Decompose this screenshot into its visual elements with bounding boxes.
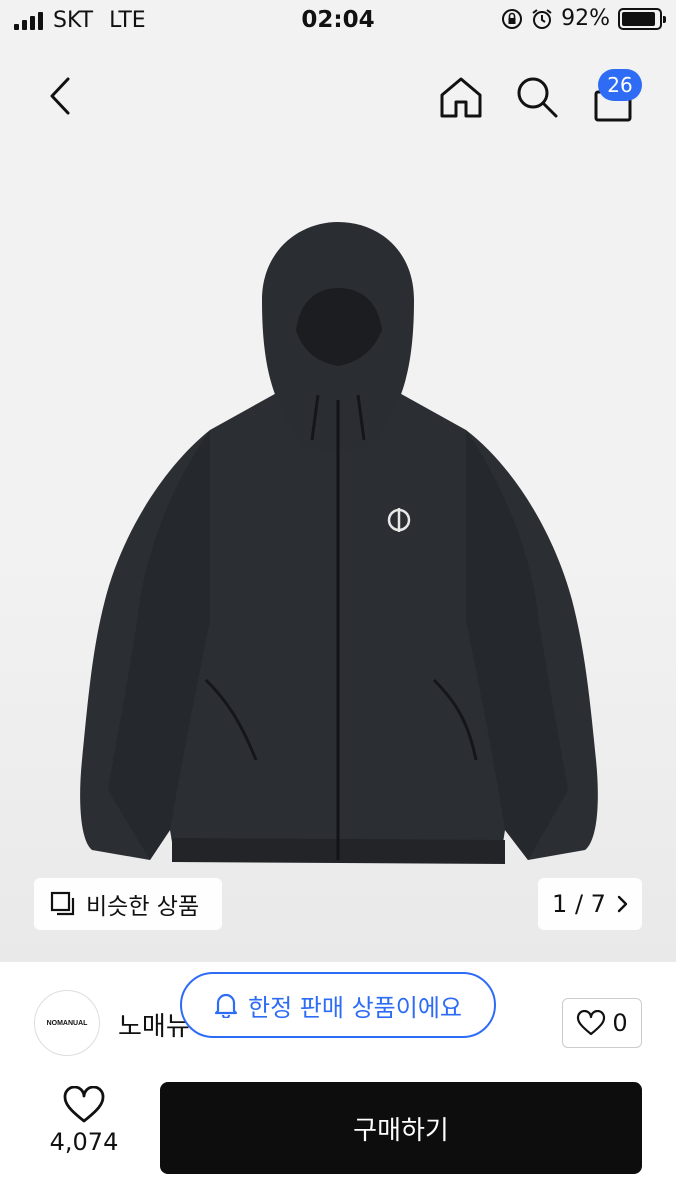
similar-items-icon <box>50 891 75 916</box>
search-button[interactable] <box>512 72 562 122</box>
wishlist-button[interactable]: 0 <box>562 998 642 1048</box>
heart-icon <box>577 1010 606 1036</box>
limited-sale-tooltip: 한정 판매 상품이에요 <box>180 972 496 1038</box>
search-icon <box>517 77 558 118</box>
wishlist-count: 0 <box>612 1009 628 1037</box>
battery-percent: 92% <box>561 6 610 31</box>
back-button[interactable] <box>36 72 84 120</box>
product-image <box>80 222 598 864</box>
brand-logo-text: NOMANUAL <box>46 1019 88 1027</box>
buy-button[interactable]: 구매하기 <box>160 1082 642 1174</box>
product-image-gallery[interactable] <box>0 44 676 962</box>
status-bar: SKT LTE 02:04 92% <box>0 0 676 44</box>
bell-icon <box>214 993 238 1018</box>
battery-icon <box>618 7 666 30</box>
like-count: 4,074 <box>49 1128 119 1156</box>
similar-products-label: 비슷한 상품 <box>86 894 200 920</box>
cart-count-badge: 26 <box>598 69 642 101</box>
limited-sale-text: 한정 판매 상품이에요 <box>248 993 462 1022</box>
orientation-lock-icon <box>502 8 523 29</box>
heart-icon <box>63 1086 105 1123</box>
home-button[interactable] <box>436 72 486 122</box>
brand-logo[interactable]: NOMANUAL <box>34 990 100 1056</box>
home-icon <box>440 77 482 118</box>
chevron-left-icon <box>50 77 70 115</box>
similar-products-button[interactable]: 비슷한 상품 <box>34 878 222 930</box>
page-indicator: 1 / 7 <box>552 890 606 918</box>
brand-name[interactable]: 노매뉴 <box>118 1006 190 1043</box>
chevron-right-icon <box>617 895 628 913</box>
like-button[interactable]: 4,074 <box>34 1086 134 1156</box>
alarm-icon <box>532 8 552 29</box>
image-pager[interactable]: 1 / 7 <box>538 878 642 930</box>
